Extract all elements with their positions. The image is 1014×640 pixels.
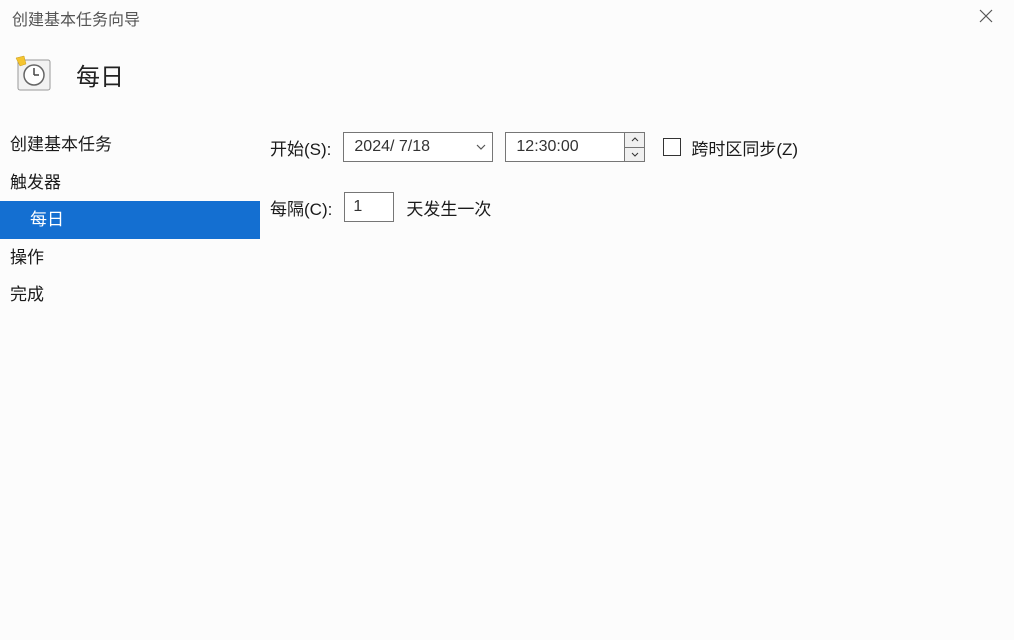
sidebar-item-trigger[interactable]: 触发器 [0,164,260,202]
date-picker[interactable]: 2024/ 7/18 [343,132,493,162]
titlebar: 创建基本任务向导 [0,0,1014,36]
interval-row: 每隔(C): 1 天发生一次 [270,192,1004,222]
wizard-content: 开始(S): 2024/ 7/18 12:30:00 [260,122,1014,632]
task-scheduler-icon [14,54,54,94]
interval-input[interactable]: 1 [344,192,394,222]
window-title: 创建基本任务向导 [12,6,140,30]
sidebar-item-create-task[interactable]: 创建基本任务 [0,126,260,164]
sync-checkbox-wrap: 跨时区同步(Z) [663,135,798,160]
sidebar-item-action[interactable]: 操作 [0,239,260,277]
sync-checkbox[interactable] [663,138,681,156]
sidebar-item-finish[interactable]: 完成 [0,276,260,314]
interval-label: 每隔(C): [270,195,332,220]
sync-label: 跨时区同步(Z) [691,135,798,160]
start-row: 开始(S): 2024/ 7/18 12:30:00 [270,132,1004,162]
time-spinner [624,133,644,161]
interval-value: 1 [353,198,362,216]
sidebar-item-daily[interactable]: 每日 [0,201,260,239]
time-picker[interactable]: 12:30:00 [505,132,645,162]
wizard-body: 创建基本任务 触发器 每日 操作 完成 开始(S): 2024/ 7/18 12… [0,122,1014,632]
spinner-up-icon[interactable] [625,133,644,148]
chevron-down-icon [476,141,486,153]
close-icon[interactable] [970,4,1002,33]
start-label: 开始(S): [270,135,331,160]
date-value: 2024/ 7/18 [354,138,430,156]
spinner-down-icon[interactable] [625,148,644,162]
wizard-header: 每日 [0,36,1014,122]
page-title: 每日 [76,57,124,92]
interval-suffix: 天发生一次 [406,195,491,220]
wizard-sidebar: 创建基本任务 触发器 每日 操作 完成 [0,122,260,632]
time-value: 12:30:00 [516,138,578,156]
